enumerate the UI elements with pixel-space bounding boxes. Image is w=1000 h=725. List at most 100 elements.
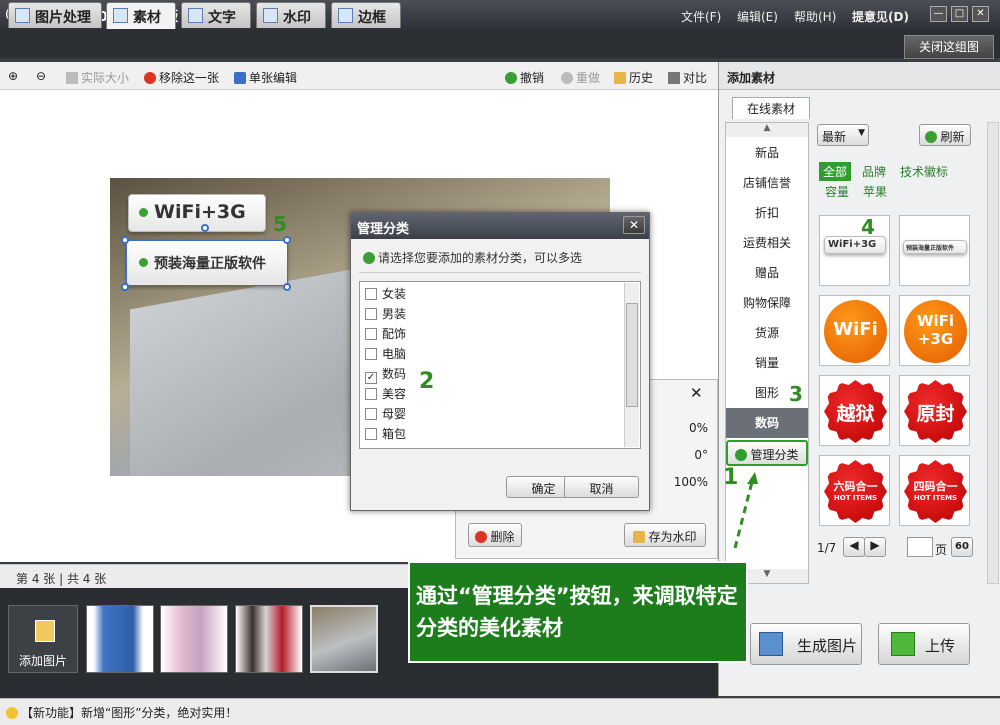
category-option[interactable]: 美容 bbox=[365, 385, 406, 403]
category-item[interactable]: 货源 bbox=[726, 318, 808, 348]
tab-image-processing[interactable]: 图片处理 bbox=[8, 2, 102, 28]
checkbox[interactable] bbox=[365, 308, 377, 320]
checkbox[interactable] bbox=[365, 348, 377, 360]
tab-online-material[interactable]: 在线素材 bbox=[732, 97, 810, 119]
redo-button[interactable]: 重做 bbox=[561, 69, 600, 86]
tile-emblem: 六码合一 HOT ITEMS bbox=[824, 460, 887, 523]
checkbox[interactable] bbox=[365, 288, 377, 300]
tab-text[interactable]: 文字 bbox=[181, 2, 251, 28]
checkbox-checked[interactable]: ✓ bbox=[365, 372, 377, 384]
thumbnail-4-selected[interactable] bbox=[310, 605, 378, 673]
menu-feedback[interactable]: 提意见(D) bbox=[852, 8, 909, 25]
resize-handle-tr[interactable] bbox=[283, 236, 291, 244]
checkbox[interactable] bbox=[365, 428, 377, 440]
cancel-button[interactable]: 取消 bbox=[564, 476, 639, 498]
tile-emblem-sub: HOT ITEMS bbox=[913, 494, 958, 502]
zoom-in-icon[interactable]: ⊕ bbox=[8, 69, 18, 83]
resize-handle-br[interactable] bbox=[283, 283, 291, 291]
material-scrollbar[interactable] bbox=[987, 122, 999, 584]
next-page-icon[interactable]: ▶ bbox=[864, 537, 886, 557]
prev-page-icon[interactable]: ◀ bbox=[843, 537, 865, 557]
category-item[interactable]: 销量 bbox=[726, 348, 808, 378]
scroll-thumb[interactable] bbox=[626, 303, 638, 407]
category-option[interactable]: 男装 bbox=[365, 305, 406, 323]
category-item-selected[interactable]: 数码 bbox=[726, 408, 808, 438]
category-option[interactable]: 女装 bbox=[365, 285, 406, 303]
category-option-digital[interactable]: ✓ 数码 bbox=[365, 365, 406, 384]
category-item[interactable]: 运费相关 bbox=[726, 228, 808, 258]
category-item[interactable]: 购物保障 bbox=[726, 288, 808, 318]
material-tile-wifi[interactable]: WiFi bbox=[819, 295, 890, 366]
category-item[interactable]: 新品 bbox=[726, 138, 808, 168]
actual-size-button[interactable]: 实际大小 bbox=[66, 69, 129, 86]
sort-dropdown[interactable]: 最新 ▼ bbox=[817, 124, 869, 146]
news-text[interactable]: 【新功能】新增“图形”分类，绝对实用！ bbox=[21, 706, 237, 720]
filter-apple[interactable]: 苹果 bbox=[863, 183, 887, 200]
filter-tech-badge[interactable]: 技术徽标 bbox=[900, 163, 948, 180]
go-page-button[interactable]: 60 bbox=[951, 537, 973, 557]
material-tile-wifi-3g[interactable]: WiFi+3G bbox=[819, 215, 890, 286]
manage-category-button[interactable]: 管理分类 bbox=[726, 440, 808, 466]
tab-border[interactable]: 边框 bbox=[331, 2, 401, 28]
material-tile-four-in-one[interactable]: 四码合一 HOT ITEMS bbox=[899, 455, 970, 526]
badge-preinstall-selected[interactable]: 预装海量正版软件 bbox=[126, 240, 288, 286]
menu-file[interactable]: 文件(F) bbox=[681, 8, 721, 25]
minimize-button[interactable]: — bbox=[930, 6, 947, 22]
actual-size-icon bbox=[66, 72, 78, 84]
material-tile-jailbreak[interactable]: 越狱 bbox=[819, 375, 890, 446]
checkbox[interactable] bbox=[365, 408, 377, 420]
category-item[interactable]: 店铺信誉 bbox=[726, 168, 808, 198]
thumbnail-1[interactable] bbox=[86, 605, 154, 673]
tab-material[interactable]: 素材 bbox=[106, 2, 176, 29]
sort-value: 最新 bbox=[822, 130, 847, 144]
dialog-close-button[interactable]: ✕ bbox=[623, 216, 645, 234]
category-item[interactable]: 赠品 bbox=[726, 258, 808, 288]
thumbnail-2[interactable] bbox=[160, 605, 228, 673]
add-image-button[interactable]: 添加图片 bbox=[8, 605, 78, 673]
undo-icon bbox=[505, 72, 517, 84]
close-window-button[interactable]: ✕ bbox=[972, 6, 989, 22]
checkbox[interactable] bbox=[365, 388, 377, 400]
single-edit-icon bbox=[234, 72, 246, 84]
category-option[interactable]: 母婴 bbox=[365, 405, 406, 423]
material-tile-wifi-3g-orange[interactable]: WiFi +3G bbox=[899, 295, 970, 366]
properties-close-button[interactable]: ✕ bbox=[690, 384, 703, 402]
resize-handle-bl[interactable] bbox=[121, 283, 129, 291]
category-option[interactable]: 配饰 bbox=[365, 325, 406, 343]
material-tile-six-in-one[interactable]: 六码合一 HOT ITEMS bbox=[819, 455, 890, 526]
resize-handle-tl[interactable] bbox=[121, 236, 129, 244]
zoom-out-icon[interactable]: ⊖ bbox=[36, 69, 46, 83]
page-input[interactable] bbox=[907, 537, 933, 557]
history-button[interactable]: 历史 bbox=[614, 69, 653, 86]
generate-image-button[interactable]: 生成图片 bbox=[750, 623, 862, 665]
upload-button[interactable]: 上传 bbox=[878, 623, 970, 665]
category-item[interactable]: 折扣 bbox=[726, 198, 808, 228]
thumbnail-3[interactable] bbox=[235, 605, 303, 673]
compare-button[interactable]: 对比 bbox=[668, 69, 707, 86]
save-watermark-button[interactable]: 存为水印 bbox=[624, 523, 706, 547]
badge-wifi-3g[interactable]: WiFi+3G bbox=[128, 194, 266, 232]
tab-watermark[interactable]: 水印 bbox=[256, 2, 326, 28]
undo-button[interactable]: 撤销 bbox=[505, 69, 544, 86]
refresh-label: 刷新 bbox=[940, 130, 965, 144]
filter-brand[interactable]: 品牌 bbox=[862, 163, 886, 180]
rotate-handle[interactable] bbox=[201, 224, 209, 232]
menu-edit[interactable]: 编辑(E) bbox=[737, 8, 778, 25]
save-watermark-icon bbox=[633, 531, 646, 543]
material-tile-sealed[interactable]: 原封 bbox=[899, 375, 970, 446]
single-edit-button[interactable]: 单张编辑 bbox=[234, 69, 297, 86]
filter-all[interactable]: 全部 bbox=[819, 162, 852, 181]
remove-image-button[interactable]: 移除这一张 bbox=[144, 69, 219, 86]
refresh-button[interactable]: 刷新 bbox=[919, 124, 971, 146]
checklist-scrollbar[interactable] bbox=[624, 283, 639, 447]
checkbox[interactable] bbox=[365, 328, 377, 340]
delete-button[interactable]: 删除 bbox=[468, 523, 522, 547]
menu-help[interactable]: 帮助(H) bbox=[794, 8, 836, 25]
category-option[interactable]: 电脑 bbox=[365, 345, 406, 363]
close-group-button[interactable]: 关闭这组图 bbox=[904, 35, 994, 59]
scroll-up-icon[interactable]: ▲ bbox=[726, 123, 808, 137]
filter-capacity[interactable]: 容量 bbox=[825, 183, 849, 200]
category-option[interactable]: 箱包 bbox=[365, 425, 406, 443]
material-tile-preinstall[interactable]: 预装海量正版软件 bbox=[899, 215, 970, 286]
maximize-button[interactable]: □ bbox=[951, 6, 968, 22]
